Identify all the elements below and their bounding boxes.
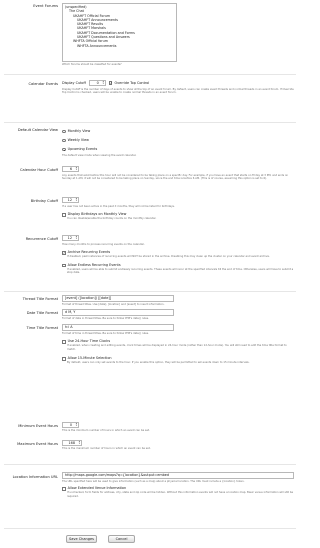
stepper-arrows-icon: ▴ ▾: [75, 422, 77, 427]
override-top-control-label: Override Top Control: [114, 80, 150, 85]
date-title-format-control: d M, Y Format of date in thread titles. …: [62, 309, 294, 320]
thread-title-format-hint: Format of thread titles. Use [date], [lo…: [62, 303, 165, 306]
date-title-format-hint: Format of date in thread titles. Be sure…: [62, 317, 149, 320]
birthday-cutoff-stepper[interactable]: 12 ▴ ▾: [62, 197, 79, 203]
view-option-label: Weekly View: [67, 138, 89, 142]
calendar-hour-cutoff-value: 6: [69, 167, 72, 171]
view-option-monthly[interactable]: Monthly View: [62, 127, 294, 136]
calendar-events-label: Calendar Events: [28, 82, 58, 86]
location-url-control: http://maps.google.com/maps?q={location}…: [62, 472, 294, 498]
display-cutoff-stepper[interactable]: 0 ▴ ▾: [88, 80, 106, 86]
display-birthdays-checkbox[interactable]: [62, 213, 66, 217]
default-calendar-view-control: Monthly View Weekly View Upcoming Events…: [62, 127, 294, 157]
radio-weekly[interactable]: [62, 138, 66, 143]
maximum-event-hours-label: Maximum Event Hours: [17, 442, 58, 446]
date-title-format-label: Date Title Format: [26, 311, 58, 315]
24-hour-clock-hint: If enabled, when creating and editing ev…: [67, 344, 287, 351]
maximum-event-hours-value: 168: [68, 441, 75, 445]
time-title-format-input[interactable]: h:i A: [62, 324, 174, 331]
display-birthdays-hint: You can disable/enable the birthday coun…: [67, 217, 157, 221]
endless-recurring-checkbox[interactable]: [62, 263, 66, 268]
archive-recurring-checkbox[interactable]: [62, 251, 66, 255]
stepper-arrows-icon: ▴ ▾: [78, 440, 80, 445]
recurrence-cutoff-label: Recurrence Cutoff: [25, 237, 58, 241]
birthday-cutoff-control: 12 ▴ ▾ If a user has not been active in t…: [62, 197, 294, 221]
date-title-format-input[interactable]: d M, Y: [62, 309, 174, 316]
extended-venue-checkbox[interactable]: [62, 487, 66, 491]
maximum-event-hours-hint: This is the maximum number of hours in w…: [62, 447, 151, 450]
recurrence-cutoff-control: 12 ▴ ▾ How many months to process recurri…: [62, 235, 294, 275]
event-forums-listbox[interactable]: (unspecified) The Chat UKAHFT Official For…: [62, 3, 177, 62]
recurrence-cutoff-hint: How many months to process recurring eve…: [62, 243, 145, 246]
stepper-arrows-icon: ▴ ▾: [102, 80, 104, 85]
recurrence-cutoff-value: 12: [67, 236, 72, 240]
calendar-hour-cutoff-stepper[interactable]: 6 ▴ ▾: [62, 166, 79, 172]
calendar-hour-cutoff-control: 6 ▴ ▾ Any events that exist before this h…: [62, 166, 294, 181]
24-hour-clock-checkbox[interactable]: [62, 340, 66, 344]
view-option-weekly[interactable]: Weekly View: [62, 136, 294, 145]
event-forums-hint: Which forums should be classified for ev…: [62, 63, 122, 66]
extended-venue-hint: If unchecked, form fields for address, c…: [67, 491, 294, 498]
maximum-event-hours-control: 168 ▴ ▾ This is the maximum number of hou…: [62, 440, 294, 450]
archive-recurring-hint: If disabled, past instances of recurring…: [67, 255, 270, 259]
divider: [4, 528, 296, 529]
minimum-event-hours-value: 0: [69, 423, 72, 427]
maximum-event-hours-stepper[interactable]: 168 ▴ ▾: [62, 440, 82, 446]
thread-title-format-label: Thread Title Format: [22, 297, 58, 301]
event-forums-control: (unspecified) The Chat UKAHFT Official For…: [62, 3, 294, 66]
cancel-button[interactable]: Cancel: [108, 535, 135, 543]
birthday-cutoff-label: Birthday Cutoff: [30, 199, 58, 203]
divider: [4, 464, 296, 465]
display-cutoff-label: Display Cutoff: [62, 80, 86, 85]
recurrence-cutoff-stepper[interactable]: 12 ▴ ▾: [62, 235, 79, 241]
location-url-label: Location Information URL: [12, 475, 58, 479]
thread-title-format-control: [event] ([location]) [[date]] Format of …: [62, 295, 294, 306]
default-calendar-view-label: Default Calendar View: [17, 128, 58, 132]
view-option-label: Monthly View: [67, 129, 91, 133]
minimum-event-hours-hint: This is the minimum number of hours in w…: [62, 429, 150, 432]
calendar-events-control: Display Cutoff 0 ▴▾ Override Top Control…: [62, 80, 294, 95]
display-cutoff-value: 0: [96, 81, 99, 85]
time-title-format-label: Time Title Format: [26, 326, 58, 330]
options-page: Event Forums (unspecified) The Chat UKAHFT…: [0, 0, 300, 548]
divider: [4, 291, 296, 292]
stepper-arrows-icon: ▴ ▾: [75, 197, 77, 202]
time-title-format-control: h:i A Format of time in thread titles. B…: [62, 324, 294, 365]
calendar-events-row: Display Cutoff 0 ▴▾ Override Top Control: [62, 80, 294, 86]
divider: [4, 74, 296, 75]
override-top-control-checkbox[interactable]: [108, 81, 113, 85]
endless-recurring-hint: If enabled, users will be able to submit…: [67, 267, 294, 275]
forum-option[interactable]: WHFTA Announcements: [65, 44, 174, 48]
minimum-event-hours-stepper[interactable]: 0 ▴ ▾: [62, 422, 79, 428]
stepper-arrows-icon: ▴ ▾: [75, 166, 77, 171]
stepper-arrows-icon: ▴ ▾: [75, 235, 77, 240]
view-option-upcoming[interactable]: Upcoming Events: [62, 145, 294, 154]
radio-monthly[interactable]: [62, 129, 66, 134]
default-calendar-view-hint: The default view mode when viewing the e…: [62, 154, 137, 157]
save-changes-button[interactable]: Save Changes: [66, 535, 97, 543]
time-title-format-hint: Format of time in thread titles. Be sure…: [62, 332, 149, 335]
location-url-hint: The URL specified here will be used to g…: [62, 480, 245, 483]
view-option-label: Upcoming Events: [67, 147, 98, 151]
calendar-events-hint: Display Cutoff is the number of days of …: [62, 88, 294, 95]
birthday-cutoff-value: 12: [67, 198, 72, 202]
radio-upcoming[interactable]: [62, 147, 66, 152]
divider: [4, 122, 296, 123]
minimum-event-hours-control: 0 ▴ ▾ This is the minimum number of hours…: [62, 422, 294, 432]
calendar-hour-cutoff-label: Calendar Hour Cutoff: [20, 168, 58, 172]
calendar-hour-cutoff-hint: Any events that exist before this hour w…: [62, 174, 289, 181]
birthday-cutoff-hint: If a user has not been active in the pas…: [62, 205, 175, 208]
15-minute-checkbox[interactable]: [62, 356, 66, 361]
minimum-event-hours-label: Minimum Event Hours: [18, 424, 58, 428]
location-url-input[interactable]: http://maps.google.com/maps?q={location}…: [62, 472, 294, 479]
15-minute-hint: By default, users can only set events to…: [67, 361, 250, 365]
event-forums-label: Event Forums: [33, 4, 58, 8]
thread-title-format-input[interactable]: [event] ([location]) [[date]]: [62, 295, 174, 302]
